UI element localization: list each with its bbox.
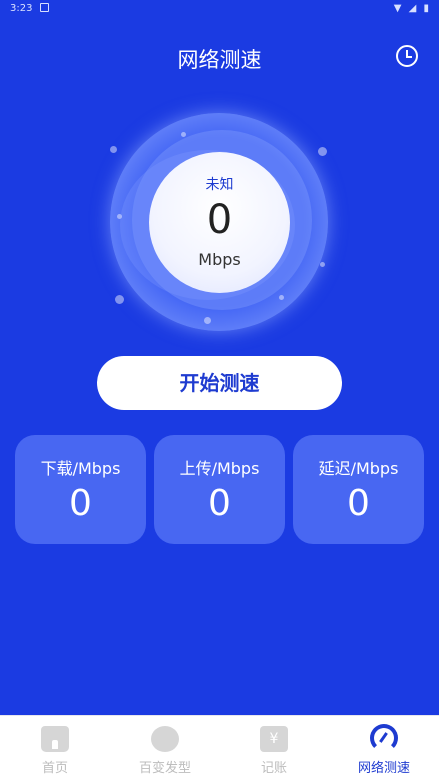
particle-dot — [204, 317, 211, 324]
status-bar: 3:23 ▼ ◢ ▮ — [0, 0, 439, 18]
gauge-status: 未知 — [205, 177, 234, 193]
hairstyle-icon — [151, 726, 179, 752]
gauge-speed-value: 0 — [206, 197, 233, 243]
tab-hairstyle-label: 百变发型 — [138, 761, 191, 776]
notification-icon — [40, 3, 49, 12]
particle-dot — [279, 295, 284, 300]
start-test-button[interactable]: 开始测速 — [97, 356, 342, 410]
particle-dot — [181, 132, 186, 137]
status-time: 3:23 — [10, 3, 33, 14]
history-clock-icon[interactable] — [396, 45, 418, 67]
page-title: 网络测速 — [177, 48, 262, 72]
ledger-icon: ¥ — [260, 726, 288, 752]
bottom-tab-bar: 首页 百变发型 ¥ 记账 网络测速 — [0, 715, 439, 783]
tab-home[interactable]: 首页 — [0, 716, 110, 783]
speedometer-icon — [370, 724, 398, 752]
upload-card: 上传/Mbps 0 — [154, 435, 285, 544]
tab-hairstyle[interactable]: 百变发型 — [110, 716, 220, 783]
download-card: 下载/Mbps 0 — [15, 435, 146, 544]
speed-test-screen: 3:23 ▼ ◢ ▮ 网络测速 未知 0 Mbps 开始测速 下载/Mbps 0… — [0, 0, 439, 783]
speed-gauge: 未知 0 Mbps — [149, 152, 290, 293]
tab-ledger[interactable]: ¥ 记账 — [219, 716, 329, 783]
tab-ledger-label: 记账 — [260, 761, 287, 776]
status-icons: ▼ ◢ ▮ — [393, 3, 431, 14]
gauge-unit: Mbps — [198, 250, 241, 269]
particle-dot — [320, 262, 325, 267]
particle-dot — [117, 214, 122, 219]
tab-home-label: 首页 — [41, 761, 68, 776]
latency-value: 0 — [347, 483, 370, 524]
download-value: 0 — [69, 483, 92, 524]
latency-label: 延迟/Mbps — [318, 459, 399, 478]
particle-dot — [110, 146, 117, 153]
latency-card: 延迟/Mbps 0 — [293, 435, 424, 544]
particle-dot — [318, 147, 327, 156]
upload-value: 0 — [208, 483, 231, 524]
tab-speed-test-label: 网络测速 — [357, 761, 410, 776]
home-icon — [41, 726, 69, 752]
upload-label: 上传/Mbps — [179, 459, 260, 478]
particle-dot — [115, 295, 124, 304]
download-label: 下载/Mbps — [40, 459, 121, 478]
tab-speed-test[interactable]: 网络测速 — [329, 716, 439, 783]
